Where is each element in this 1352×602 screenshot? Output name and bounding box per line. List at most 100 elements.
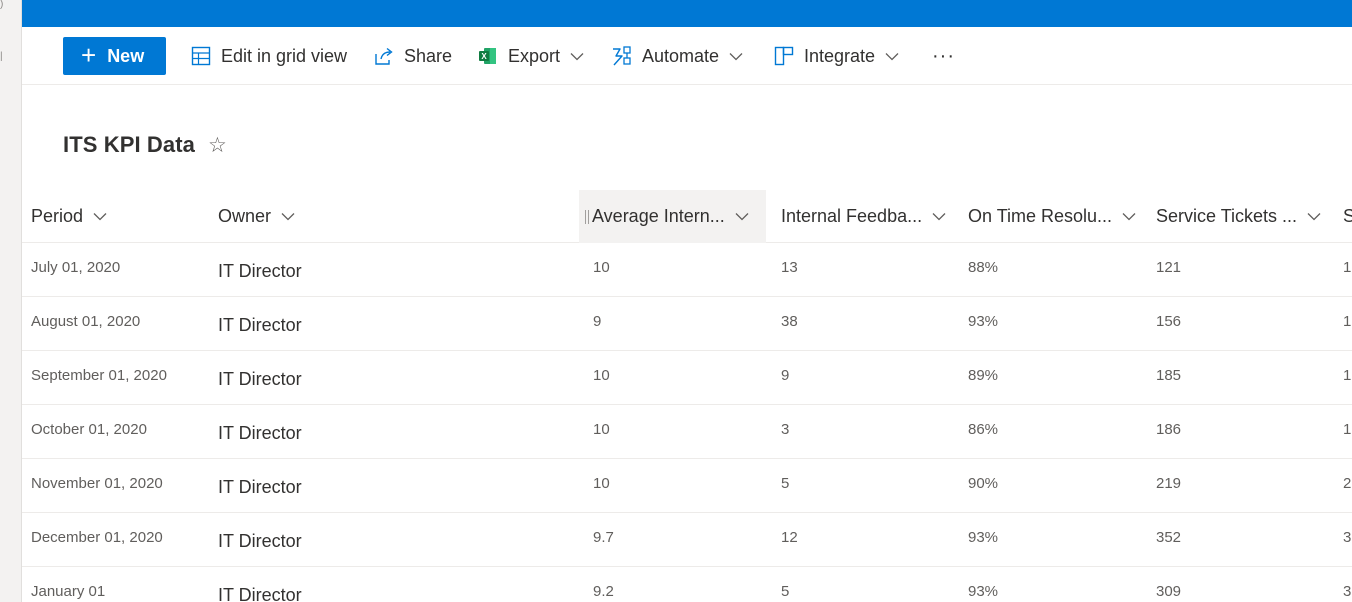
automate-label: Automate: [642, 45, 720, 66]
column-header-service-tickets[interactable]: Service Tickets ...: [1156, 190, 1336, 243]
table-body: July 01, 2020 IT Director 10 13 88% 121 1 Augus…: [22, 243, 1352, 602]
cell-owner: IT Director: [218, 585, 302, 602]
cell-next: 1: [1343, 367, 1352, 384]
cell-owner: IT Director: [218, 315, 302, 335]
column-header-period[interactable]: Period: [31, 190, 201, 243]
cell-avg-intern: 9: [593, 313, 602, 330]
table-row[interactable]: August 01, 2020 IT Director 9 38 93% 156 1: [22, 297, 1352, 351]
cell-avg-intern: 10: [593, 259, 610, 276]
chevron-down-icon: [735, 212, 749, 221]
cell-service-tickets: 352: [1156, 529, 1182, 546]
cell-owner: IT Director: [218, 261, 302, 281]
edit-grid-view-label: Edit in grid view: [221, 45, 348, 66]
nav-edge-mark: |: [0, 51, 3, 62]
integrate-button[interactable]: Integrate: [773, 37, 899, 75]
column-header-internal-feedback[interactable]: Internal Feedba...: [781, 190, 961, 243]
cell-on-time: 93%: [968, 313, 999, 330]
cell-on-time: 90%: [968, 475, 999, 492]
chevron-down-icon: [93, 212, 107, 221]
cell-on-time: 93%: [968, 529, 999, 546]
cell-service-tickets: 185: [1156, 367, 1182, 384]
table-row[interactable]: January 01 IT Director 9.2 5 93% 309 3: [22, 567, 1352, 602]
command-bar: + New Edit in grid view Share X Export A…: [22, 27, 1352, 85]
cell-internal-feedback: 5: [781, 583, 790, 600]
list-title-row: ITS KPI Data ☆: [63, 132, 227, 158]
chevron-down-icon: [1307, 212, 1321, 221]
share-label: Share: [404, 45, 453, 66]
cell-owner: IT Director: [218, 423, 302, 443]
cell-period: September 01, 2020: [31, 367, 167, 384]
excel-icon: X: [477, 45, 499, 67]
cell-next: 3: [1343, 529, 1352, 546]
cell-avg-intern: 10: [593, 475, 610, 492]
suite-header-bar: [22, 0, 1352, 27]
column-header-label: Service Tickets ...: [1156, 206, 1298, 226]
column-header-label: Period: [31, 206, 84, 226]
column-header-label: Average Intern...: [592, 206, 725, 226]
cell-avg-intern: 9.2: [593, 583, 614, 600]
page-title: ITS KPI Data: [63, 132, 196, 157]
table-row[interactable]: July 01, 2020 IT Director 10 13 88% 121 1: [22, 243, 1352, 297]
cell-period: July 01, 2020: [31, 259, 121, 276]
cell-service-tickets: 186: [1156, 421, 1182, 438]
cell-service-tickets: 309: [1156, 583, 1182, 600]
integrate-label: Integrate: [804, 45, 876, 66]
cell-on-time: 88%: [968, 259, 999, 276]
integrate-icon: [773, 45, 795, 67]
cell-on-time: 86%: [968, 421, 999, 438]
cell-internal-feedback: 5: [781, 475, 790, 492]
cell-owner: IT Director: [218, 477, 302, 497]
table-row[interactable]: November 01, 2020 IT Director 10 5 90% 219 2: [22, 459, 1352, 513]
cell-service-tickets: 156: [1156, 313, 1182, 330]
column-header-label: On Time Resolu...: [968, 206, 1113, 226]
share-button[interactable]: Share: [373, 37, 452, 75]
cell-next: 2: [1343, 475, 1352, 492]
cell-period: November 01, 2020: [31, 475, 163, 492]
table-row[interactable]: September 01, 2020 IT Director 10 9 89% 185 1: [22, 351, 1352, 405]
column-header-label: Internal Feedba...: [781, 206, 923, 226]
column-header-average-intern[interactable]: Average Intern...: [579, 190, 766, 243]
chevron-down-icon: [932, 212, 946, 221]
column-header-row: Period Owner Average Intern... Internal …: [22, 190, 1352, 243]
cell-owner: IT Director: [218, 369, 302, 389]
more-options-icon[interactable]: ···: [932, 37, 955, 75]
svg-text:X: X: [481, 52, 487, 61]
export-label: Export: [508, 45, 561, 66]
cell-service-tickets: 121: [1156, 259, 1182, 276]
favorite-star-icon[interactable]: ☆: [208, 135, 227, 156]
cell-on-time: 89%: [968, 367, 999, 384]
chevron-down-icon: [729, 52, 743, 61]
left-nav-strip: ) |: [0, 0, 22, 602]
cell-internal-feedback: 12: [781, 529, 798, 546]
cell-next: 1: [1343, 259, 1352, 276]
cell-avg-intern: 10: [593, 421, 610, 438]
new-button[interactable]: + New: [63, 37, 166, 75]
table-row[interactable]: December 01, 2020 IT Director 9.7 12 93% 352 3: [22, 513, 1352, 567]
chevron-down-icon: [281, 212, 295, 221]
plus-icon: +: [81, 39, 97, 70]
table-row[interactable]: October 01, 2020 IT Director 10 3 86% 186 1: [22, 405, 1352, 459]
column-header-truncated[interactable]: S: [1343, 190, 1352, 243]
grid-icon: [190, 45, 212, 67]
new-button-label: New: [107, 45, 145, 66]
list-grid: Period Owner Average Intern... Internal …: [22, 190, 1352, 602]
cell-period: August 01, 2020: [31, 313, 141, 330]
cell-on-time: 93%: [968, 583, 999, 600]
cell-next: 1: [1343, 313, 1352, 330]
cell-avg-intern: 10: [593, 367, 610, 384]
export-button[interactable]: X Export: [477, 37, 584, 75]
edit-grid-view-button[interactable]: Edit in grid view: [190, 37, 347, 75]
cell-service-tickets: 219: [1156, 475, 1182, 492]
column-header-on-time-resolution[interactable]: On Time Resolu...: [968, 190, 1148, 243]
cell-period: December 01, 2020: [31, 529, 163, 546]
cell-avg-intern: 9.7: [593, 529, 614, 546]
cell-internal-feedback: 38: [781, 313, 798, 330]
share-icon: [373, 45, 395, 67]
cell-period: October 01, 2020: [31, 421, 147, 438]
column-resize-grip-icon[interactable]: [585, 209, 589, 224]
cell-next: 3: [1343, 583, 1352, 600]
column-header-owner[interactable]: Owner: [218, 190, 578, 243]
nav-edge-mark: ): [0, 0, 4, 10]
automate-button[interactable]: Automate: [611, 37, 743, 75]
column-header-label: S: [1343, 206, 1352, 226]
